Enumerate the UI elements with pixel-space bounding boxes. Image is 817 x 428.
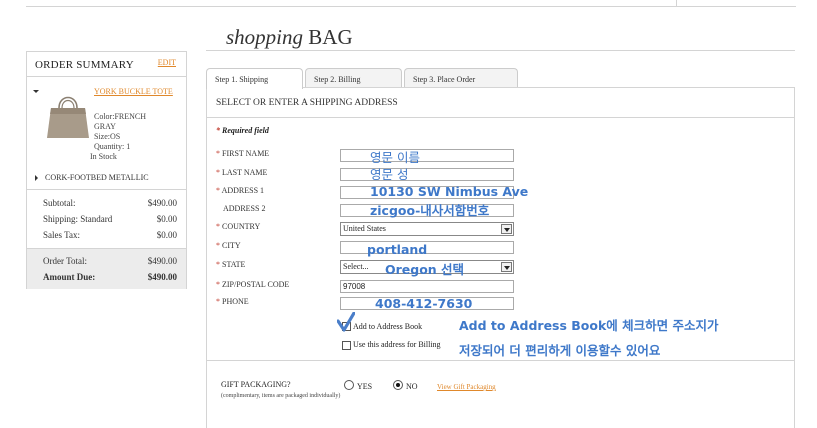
required-star: *	[216, 260, 220, 269]
tote-bag-thumbnail[interactable]	[45, 90, 91, 140]
annotation-address1: 10130 SW Nimbus Ave	[370, 184, 529, 199]
subtotal-value: $490.00	[147, 198, 177, 208]
required-star: *	[216, 168, 220, 177]
tab-place-order[interactable]: Step 3. Place Order	[404, 68, 518, 88]
use-for-billing-label: Use this address for Billing	[353, 340, 441, 349]
order-total-label: Order Total:	[43, 256, 87, 266]
gift-divider	[207, 360, 794, 361]
required-star: *	[216, 297, 220, 306]
last-name-input[interactable]	[340, 168, 514, 181]
country-select[interactable]: United States	[340, 222, 514, 236]
amount-due-label: Amount Due:	[43, 272, 96, 282]
address1-label-text: ADDRESS 1	[221, 186, 265, 195]
tab-billing[interactable]: Step 2. Billing	[305, 68, 402, 88]
shipping-label: Shipping: Standard	[43, 214, 113, 224]
required-star: *	[216, 149, 220, 158]
form-header: SELECT OR ENTER A SHIPPING ADDRESS	[216, 98, 398, 108]
first-name-label-text: FIRST NAME	[222, 149, 270, 158]
shipping-row: Shipping: Standard $0.00	[43, 214, 177, 224]
last-name-label: * LAST NAME	[216, 168, 267, 177]
required-star: *	[216, 126, 220, 135]
gift-no-radio[interactable]	[393, 380, 403, 390]
first-name-label: * FIRST NAME	[216, 149, 269, 158]
gift-yes-radio[interactable]	[344, 380, 354, 390]
view-gift-packaging-link[interactable]: View Gift Packaging	[437, 383, 496, 391]
gift-packaging-note: (complimentary, items are packaged indiv…	[221, 393, 341, 399]
sales-tax-row: Sales Tax: $0.00	[43, 230, 177, 240]
city-label: * CITY	[216, 241, 241, 250]
amount-due-value: $490.00	[147, 272, 177, 282]
shipping-value: $0.00	[156, 214, 177, 224]
state-label: * STATE	[216, 260, 245, 269]
tab-shipping[interactable]: Step 1. Shipping	[206, 68, 303, 89]
city-label-text: CITY	[222, 241, 241, 250]
product-size: Size:OS	[94, 132, 121, 141]
product-details: Color:FRENCH GRAY Size:OS Quantity: 1 In…	[90, 112, 164, 162]
amount-due-row: Amount Due: $490.00	[43, 272, 177, 282]
country-label: * COUNTRY	[216, 222, 260, 231]
checkmark-icon	[337, 312, 355, 332]
address2-label: ADDRESS 2	[223, 204, 266, 213]
chevron-down-icon[interactable]	[501, 262, 512, 272]
required-text: Required field	[222, 126, 269, 135]
add-to-address-book-label: Add to Address Book	[353, 322, 423, 331]
required-star: *	[216, 280, 220, 289]
page-title: shopping BAG	[226, 25, 353, 50]
zip-label: * ZIP/POSTAL CODE	[216, 280, 289, 289]
use-for-billing-checkbox[interactable]	[342, 341, 351, 350]
gift-no-label: NO	[406, 382, 418, 391]
annotation-state: Oregon 선택	[385, 262, 465, 277]
product-stock: In Stock	[90, 152, 117, 161]
zip-input[interactable]: 97008	[340, 280, 514, 293]
annotation-phone: 408-412-7630	[375, 296, 473, 311]
first-name-input[interactable]	[340, 149, 514, 162]
order-summary-header: ORDER SUMMARY EDIT	[27, 52, 186, 77]
required-star: *	[216, 222, 220, 231]
totals-box: Order Total: $490.00 Amount Due: $490.00	[27, 248, 186, 289]
collapse-caret-icon[interactable]	[35, 175, 38, 181]
annotation-last-name: 영문 성	[370, 167, 409, 182]
annotation-city: portland	[367, 242, 428, 257]
shipping-form-panel: SELECT OR ENTER A SHIPPING ADDRESS * Req…	[206, 87, 795, 428]
last-name-label-text: LAST NAME	[222, 168, 268, 177]
expand-caret-icon[interactable]	[33, 90, 39, 93]
sales-tax-value: $0.00	[156, 230, 177, 240]
required-note: * Required field	[216, 126, 269, 135]
order-summary-title: ORDER SUMMARY	[35, 59, 134, 71]
state-selected-value: Select...	[343, 262, 369, 271]
subtotal-row: Subtotal: $490.00	[43, 198, 177, 208]
page-title-italic: shopping	[226, 25, 304, 49]
chevron-down-icon[interactable]	[501, 224, 512, 234]
required-star: *	[216, 186, 220, 195]
phone-label-text: PHONE	[222, 297, 249, 306]
subtotal-label: Subtotal:	[43, 198, 76, 208]
product-color: Color:FRENCH GRAY	[94, 112, 147, 131]
header-divider	[676, 0, 677, 7]
top-header-strip	[26, 0, 796, 7]
annotation-address2: zicgoo-내사서함번호	[370, 203, 490, 218]
country-selected-value: United States	[343, 224, 386, 233]
sales-tax-label: Sales Tax:	[43, 230, 80, 240]
product-2-name[interactable]: CORK-FOOTBED METALLIC	[45, 173, 149, 182]
page-title-caps: BAG	[308, 25, 353, 49]
edit-link[interactable]: EDIT	[158, 58, 176, 67]
gift-yes-label: YES	[357, 382, 373, 391]
title-divider	[206, 50, 795, 51]
address1-label: * ADDRESS 1	[216, 186, 264, 195]
country-label-text: COUNTRY	[222, 222, 261, 231]
order-total-row: Order Total: $490.00	[43, 256, 177, 266]
required-star: *	[216, 241, 220, 250]
phone-label: * PHONE	[216, 297, 249, 306]
product-quantity: Quantity: 1	[94, 142, 131, 151]
order-summary-panel: ORDER SUMMARY EDIT YORK BUCKLE TOTE Colo…	[26, 51, 187, 289]
state-label-text: STATE	[222, 260, 246, 269]
order-total-value: $490.00	[147, 256, 177, 266]
annotation-tip-line1: Add to Address Book에 체크하면 주소지가	[459, 318, 719, 333]
summary-divider	[27, 189, 186, 190]
product-name-link[interactable]: YORK BUCKLE TOTE	[94, 87, 174, 97]
zip-label-text: ZIP/POSTAL CODE	[222, 280, 290, 289]
gift-packaging-label: GIFT PACKAGING?	[221, 380, 291, 389]
form-header-divider	[207, 117, 794, 118]
annotation-tip-line2: 저장되어 더 편리하게 이용할수 있어요	[459, 343, 661, 358]
